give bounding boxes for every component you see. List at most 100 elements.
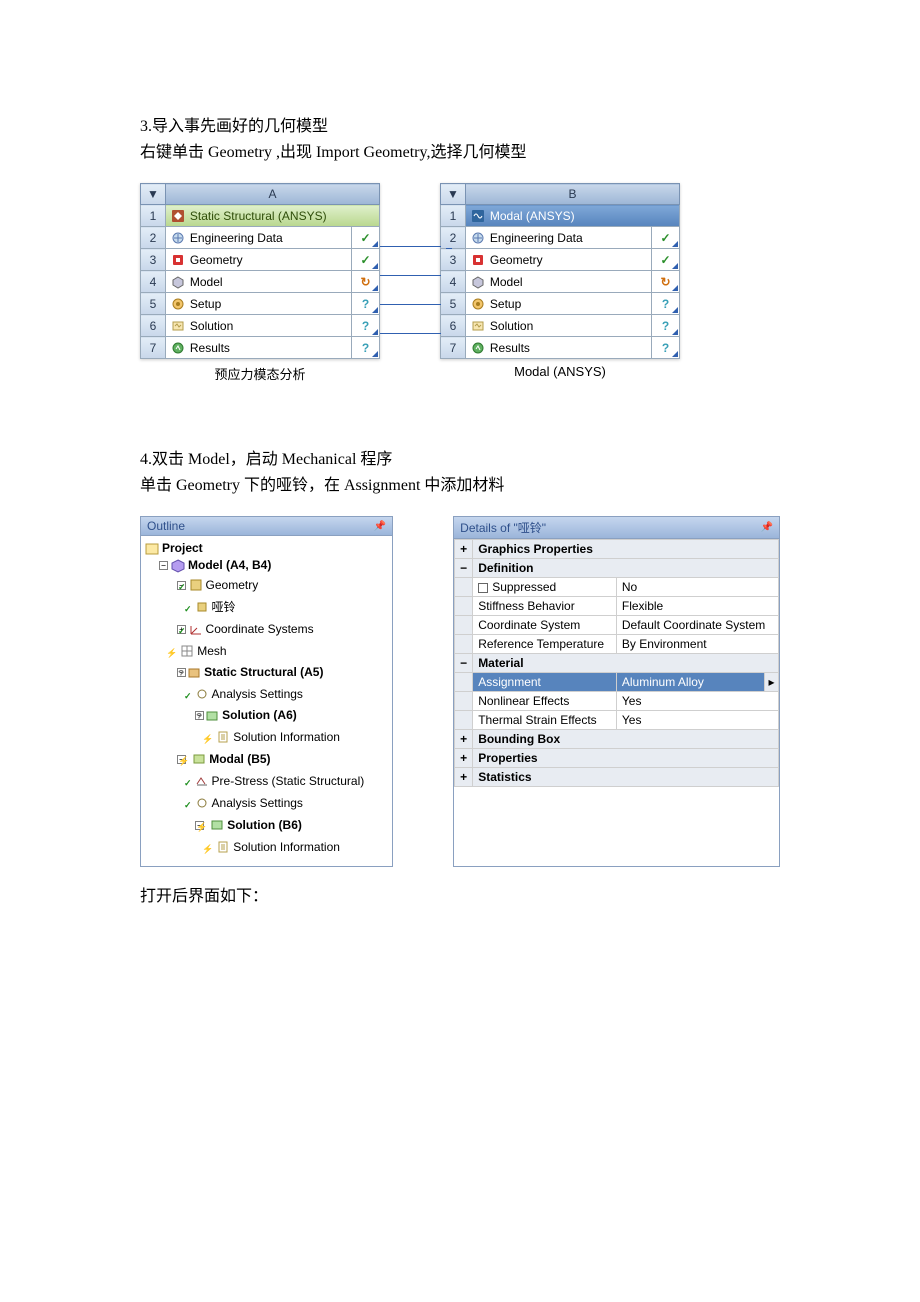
tree-coord[interactable]: + ✓ Coordinate Systems [145, 618, 388, 640]
cell-b5[interactable]: 5Setup [441, 293, 680, 315]
instr4-text: 单击 Geometry 下的哑铃，在 Assignment 中添加材料 [140, 474, 780, 498]
cell-b3[interactable]: 3Geometry [441, 249, 680, 271]
tree-model[interactable]: − Model (A4, B4) [145, 557, 388, 574]
system-a-label: Static Structural (ANSYS) [190, 209, 327, 223]
prestress-icon [195, 774, 209, 788]
cell-a2[interactable]: 2Engineering Data [141, 227, 380, 249]
tree-prestress[interactable]: ✓ Pre-Stress (Static Structural) [145, 770, 388, 792]
instr3-text: 右键单击 Geometry ,出现 Import Geometry,选择几何模型 [140, 141, 780, 165]
arrow-right-icon[interactable]: ▸ [764, 673, 778, 691]
details-panel: Details of "哑铃" 📌 +Graphics Properties −… [453, 516, 780, 867]
row-suppressed[interactable]: SuppressedNo [455, 578, 779, 597]
tree-mesh[interactable]: ⚡ Mesh [145, 640, 388, 662]
solution-tree-icon [210, 818, 224, 832]
col-b-dropdown[interactable]: ▼ [441, 184, 466, 205]
info-icon [216, 730, 230, 744]
tree-solinfo1[interactable]: ⚡ Solution Information [145, 726, 388, 748]
status-question-icon [360, 319, 372, 331]
group-statistics[interactable]: +Statistics [455, 768, 779, 787]
geometry-icon [471, 253, 485, 267]
tree-solB6[interactable]: − ⚡ Solution (B6) [145, 814, 388, 836]
ok-badge-icon: ✓ [184, 775, 192, 792]
cell-a7[interactable]: 7Results [141, 337, 380, 359]
cell-b2[interactable]: 2Engineering Data [441, 227, 680, 249]
status-check-icon [360, 231, 372, 243]
cell-a6[interactable]: 6Solution [141, 315, 380, 337]
schematic-column-a: ▼A 1 Static Structural (ANSYS) 2Engineer… [140, 183, 380, 388]
row-coord[interactable]: Coordinate SystemDefault Coordinate Syst… [455, 616, 779, 635]
unknown-badge-icon: ? [178, 666, 184, 683]
system-a-header[interactable]: Static Structural (ANSYS) [165, 205, 379, 227]
status-question-icon [660, 297, 672, 309]
tree-modal[interactable]: − ⚡ Modal (B5) [145, 748, 388, 770]
tree-static[interactable]: − ? Static Structural (A5) [145, 662, 388, 683]
geometry-tree-icon [189, 578, 203, 592]
row-nonlinear[interactable]: Nonlinear EffectsYes [455, 692, 779, 711]
model-icon [171, 275, 185, 289]
status-question-icon [660, 319, 672, 331]
group-properties[interactable]: +Properties [455, 749, 779, 768]
geometry-icon [171, 253, 185, 267]
cell-a3[interactable]: 3Geometry [141, 249, 380, 271]
ok-badge-icon: ✓ [178, 623, 186, 640]
cell-b7[interactable]: 7Results [441, 337, 680, 359]
tree-anset1[interactable]: ✓ Analysis Settings [145, 683, 388, 705]
row-thermal[interactable]: Thermal Strain EffectsYes [455, 711, 779, 730]
status-question-icon [360, 341, 372, 353]
setup-icon [471, 297, 485, 311]
status-question-icon [660, 341, 672, 353]
after-open-text: 打开后界面如下： [140, 885, 780, 909]
solution-tree-icon [205, 709, 219, 723]
checkbox-icon[interactable] [478, 583, 488, 593]
system-b-header[interactable]: Modal (ANSYS) [465, 205, 679, 227]
part-icon [195, 600, 209, 614]
workbench-schematic: ▼A 1 Static Structural (ANSYS) 2Engineer… [140, 183, 780, 388]
pin-icon[interactable]: 📌 [761, 522, 773, 533]
group-material[interactable]: −Material [455, 654, 779, 673]
row-reftemp[interactable]: Reference TemperatureBy Environment [455, 635, 779, 654]
update-badge-icon: ⚡ [178, 753, 189, 770]
engdata-icon [471, 231, 485, 245]
system-b-label: Modal (ANSYS) [490, 209, 575, 223]
status-check-icon [360, 253, 372, 265]
caption-b: Modal (ANSYS) [440, 359, 680, 384]
row-assignment[interactable]: AssignmentAluminum Alloy▸ [455, 673, 779, 692]
outline-tree: Project − Model (A4, B4) − ✓ Geometry ✓ … [141, 536, 392, 866]
col-a-dropdown[interactable]: ▼ [141, 184, 166, 205]
row-stiffness[interactable]: Stiffness BehaviorFlexible [455, 597, 779, 616]
step3-text: 3.导入事先画好的几何模型 [140, 115, 780, 139]
group-graphics[interactable]: +Graphics Properties [455, 540, 779, 559]
col-a-header: A [165, 184, 379, 205]
cell-a5[interactable]: 5Setup [141, 293, 380, 315]
solution-icon [471, 319, 485, 333]
cell-b6[interactable]: 6Solution [441, 315, 680, 337]
caption-a: 预应力模态分析 [140, 359, 380, 388]
update-badge-icon: ⚡ [202, 841, 213, 858]
update-badge-icon: ⚡ [202, 731, 213, 748]
mechanical-panels: Outline 📌 Project − Model (A4, B4) − ✓ G… [140, 516, 780, 867]
status-refresh-icon [660, 275, 672, 287]
tree-anset2[interactable]: ✓ Analysis Settings [145, 792, 388, 814]
cell-b4[interactable]: 4Model [441, 271, 680, 293]
tree-geometry[interactable]: − ✓ Geometry [145, 574, 388, 596]
update-badge-icon: ⚡ [166, 645, 177, 662]
tree-solinfo2[interactable]: ⚡ Solution Information [145, 836, 388, 858]
group-bounding[interactable]: +Bounding Box [455, 730, 779, 749]
col-b-header: B [465, 184, 679, 205]
update-badge-icon: ⚡ [196, 819, 207, 836]
model-tree-icon [171, 559, 185, 573]
group-definition[interactable]: −Definition [455, 559, 779, 578]
tree-dumbbell[interactable]: ✓ 哑铃 [145, 596, 388, 618]
outline-title: Outline 📌 [141, 517, 392, 536]
solution-icon [171, 319, 185, 333]
pin-icon[interactable]: 📌 [374, 521, 386, 532]
cell-a4[interactable]: 4Model [141, 271, 380, 293]
tree-project[interactable]: Project [145, 540, 388, 557]
collapse-icon[interactable]: − [159, 561, 168, 570]
status-check-icon [660, 253, 672, 265]
details-title: Details of "哑铃" 📌 [454, 517, 779, 539]
tree-solA6[interactable]: − ? Solution (A6) [145, 705, 388, 726]
row-a1-num: 1 [141, 205, 166, 227]
ok-badge-icon: ✓ [184, 797, 192, 814]
unknown-badge-icon: ? [196, 709, 202, 726]
